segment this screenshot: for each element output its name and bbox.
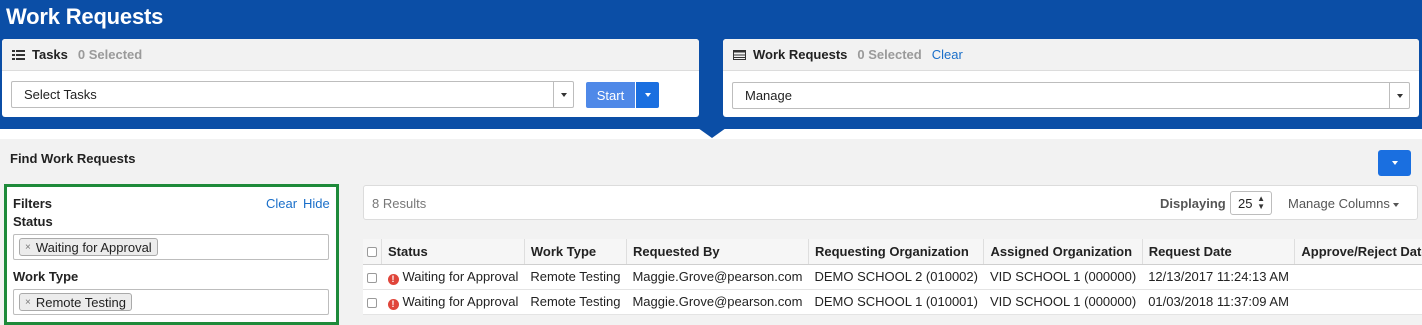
status-filter-label: Status bbox=[13, 214, 53, 229]
start-button[interactable]: Start bbox=[586, 82, 635, 108]
remove-chip-icon[interactable]: × bbox=[25, 242, 31, 253]
select-tasks-dropdown[interactable]: Select Tasks bbox=[11, 81, 574, 108]
work-requests-selected-count: 0 Selected bbox=[857, 47, 922, 62]
row-checkbox-cell bbox=[363, 289, 382, 315]
tasks-title: Tasks bbox=[32, 47, 68, 62]
table-row[interactable]: ! Waiting for Approval Remote Testing Mag… bbox=[363, 264, 1422, 290]
status-cell: ! Waiting for Approval bbox=[381, 264, 525, 290]
chevron-down-icon bbox=[644, 93, 651, 97]
status-text: Waiting for Approval bbox=[402, 268, 519, 284]
column-header-requested-by[interactable]: Requested By bbox=[626, 239, 809, 265]
work-type-filter-input[interactable]: × Remote Testing bbox=[13, 289, 329, 315]
status-filter-input[interactable]: × Waiting for Approval bbox=[13, 234, 329, 260]
tasks-selected-count: 0 Selected bbox=[77, 47, 143, 62]
assigned-org-cell: VID SCHOOL 1 (000000) bbox=[983, 264, 1143, 290]
page-title: Work Requests bbox=[6, 4, 164, 29]
status-cell: ! Waiting for Approval bbox=[381, 289, 525, 315]
status-filter-chip: × Waiting for Approval bbox=[19, 238, 158, 256]
request-date-cell: 01/03/2018 11:37:09 AM bbox=[1142, 289, 1295, 315]
column-header-approve-reject-date[interactable]: Approve/Reject Date bbox=[1294, 239, 1422, 265]
table-icon bbox=[733, 49, 746, 60]
updown-icon: ▲ ▼ bbox=[1257, 194, 1265, 211]
select-tasks-value: Select Tasks bbox=[24, 87, 97, 102]
work-type-cell: Remote Testing bbox=[524, 264, 627, 290]
requested-by-cell: Maggie.Grove@pearson.com bbox=[626, 264, 809, 290]
approve-reject-date-cell bbox=[1294, 264, 1422, 290]
work-requests-title: Work Requests bbox=[753, 47, 848, 62]
work-type-chip-label: Remote Testing bbox=[35, 294, 126, 310]
work-type-filter-label: Work Type bbox=[13, 269, 79, 284]
displaying-label: Displaying bbox=[1160, 196, 1226, 211]
list-icon bbox=[12, 49, 25, 60]
exclamation-circle-icon: ! bbox=[387, 298, 399, 310]
tasks-panel-header: Tasks 0 Selected bbox=[2, 39, 699, 71]
approve-reject-date-cell bbox=[1294, 289, 1422, 315]
manage-dropdown[interactable]: Manage bbox=[732, 82, 1410, 109]
clear-selection-link[interactable]: Clear bbox=[932, 47, 963, 62]
exclamation-circle-icon: ! bbox=[387, 273, 399, 285]
row-checkbox[interactable] bbox=[367, 272, 377, 283]
filters-hide-link[interactable]: Hide bbox=[303, 196, 330, 211]
filters-clear-link[interactable]: Clear bbox=[266, 196, 297, 211]
status-text: Waiting for Approval bbox=[402, 293, 519, 309]
start-options-button[interactable] bbox=[636, 82, 659, 108]
requesting-org-cell: DEMO SCHOOL 1 (010001) bbox=[808, 289, 984, 315]
manage-dropdown-value: Manage bbox=[745, 88, 792, 103]
chevron-down-icon[interactable] bbox=[553, 82, 573, 107]
status-chip-label: Waiting for Approval bbox=[35, 239, 152, 255]
work-requests-table: Status Work Type Requested By Requesting… bbox=[363, 239, 1422, 315]
chevron-down-icon[interactable] bbox=[1389, 83, 1409, 108]
row-checkbox-cell bbox=[363, 264, 382, 290]
find-title: Find Work Requests bbox=[10, 151, 136, 166]
select-all-checkbox[interactable] bbox=[367, 247, 377, 258]
manage-columns-label: Manage Columns bbox=[1288, 196, 1390, 211]
column-header-requesting-org[interactable]: Requesting Organization bbox=[808, 239, 985, 265]
work-type-cell: Remote Testing bbox=[524, 289, 627, 315]
manage-columns-dropdown[interactable]: Manage Columns bbox=[1288, 196, 1399, 211]
column-header-status[interactable]: Status bbox=[381, 239, 525, 265]
requesting-org-cell: DEMO SCHOOL 2 (010002) bbox=[808, 264, 984, 290]
pointer-notch bbox=[698, 128, 726, 138]
page-size-select[interactable]: 25 ▲ ▼ bbox=[1230, 191, 1272, 215]
remove-chip-icon[interactable]: × bbox=[25, 297, 31, 308]
column-header-assigned-org[interactable]: Assigned Organization bbox=[983, 239, 1143, 265]
column-header-work-type[interactable]: Work Type bbox=[524, 239, 627, 265]
requested-by-cell: Maggie.Grove@pearson.com bbox=[626, 289, 809, 315]
filters-panel: Filters Clear Hide Status × Waiting for … bbox=[4, 184, 339, 325]
column-header-request-date[interactable]: Request Date bbox=[1142, 239, 1296, 265]
filters-title: Filters bbox=[13, 196, 53, 211]
results-count: 8 Results bbox=[372, 196, 427, 211]
results-toolbar: 8 Results Displaying 25 ▲ ▼ Manage Column… bbox=[363, 185, 1418, 220]
request-date-cell: 12/13/2017 11:24:13 AM bbox=[1142, 264, 1295, 290]
find-options-button[interactable] bbox=[1378, 150, 1411, 176]
work-type-filter-chip: × Remote Testing bbox=[19, 293, 132, 311]
select-all-cell bbox=[363, 239, 382, 265]
assigned-org-cell: VID SCHOOL 1 (000000) bbox=[983, 289, 1143, 315]
row-checkbox[interactable] bbox=[367, 297, 377, 308]
table-header-row: Status Work Type Requested By Requesting… bbox=[363, 239, 1422, 265]
chevron-down-icon bbox=[1391, 161, 1398, 165]
table-row[interactable]: ! Waiting for Approval Remote Testing Mag… bbox=[363, 289, 1422, 315]
chevron-down-icon bbox=[1392, 202, 1399, 207]
page-size-value: 25 bbox=[1238, 195, 1253, 211]
work-requests-panel-header: Work Requests 0 Selected Clear bbox=[723, 39, 1419, 71]
